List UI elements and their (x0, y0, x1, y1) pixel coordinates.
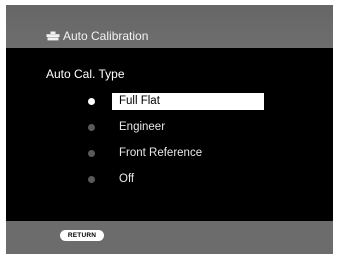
radio-dot-icon (88, 150, 95, 157)
return-button[interactable]: RETURN (60, 230, 104, 241)
radio-dot-icon (88, 124, 95, 131)
option-label: Off (119, 173, 135, 185)
calibration-icon (46, 31, 63, 41)
option-off[interactable]: Off (86, 171, 264, 188)
section-label: Auto Cal. Type (46, 67, 125, 81)
option-label: Engineer (119, 121, 166, 133)
option-label: Front Reference (119, 147, 203, 159)
radio-dot-icon (88, 98, 95, 105)
calibration-screen: Auto Calibration Auto Cal. Type Full Fla… (6, 5, 333, 254)
radio-dot-icon (88, 176, 95, 183)
page-title: Auto Calibration (63, 29, 149, 43)
option-label: Full Flat (112, 93, 264, 110)
option-full-flat[interactable]: Full Flat (86, 93, 264, 110)
menu-body: Auto Cal. Type Full Flat Engineer Front … (6, 48, 333, 221)
option-front-reference[interactable]: Front Reference (86, 145, 264, 162)
header-bar: Auto Calibration (6, 5, 333, 48)
footer-bar: RETURN (6, 221, 333, 254)
header-title-group: Auto Calibration (46, 28, 148, 44)
option-engineer[interactable]: Engineer (86, 119, 264, 136)
